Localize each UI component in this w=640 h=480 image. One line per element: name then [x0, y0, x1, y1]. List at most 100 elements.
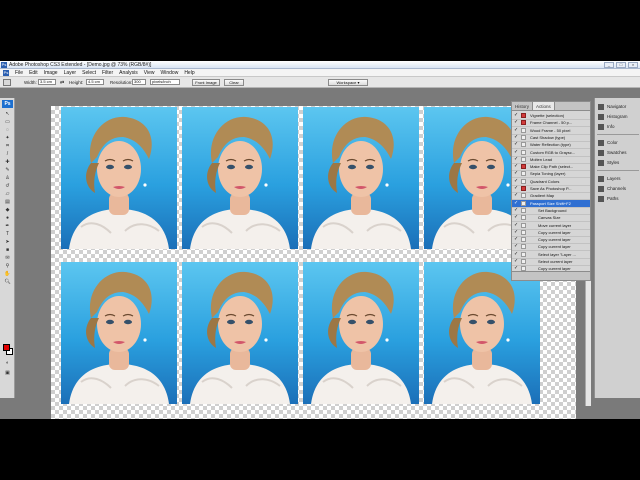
- menu-edit[interactable]: Edit: [29, 70, 38, 76]
- dock-item-styles[interactable]: Styles: [598, 158, 640, 167]
- dialog-toggle-icon[interactable]: [521, 222, 526, 228]
- menu-layer[interactable]: Layer: [64, 70, 77, 76]
- brush-tool-icon[interactable]: ✎: [3, 167, 12, 173]
- menu-view[interactable]: View: [144, 70, 155, 76]
- dialog-toggle-icon[interactable]: [521, 215, 526, 221]
- tab-history[interactable]: History: [512, 102, 532, 110]
- lasso-tool-icon[interactable]: ◌: [3, 127, 12, 133]
- foreground-color-swatch[interactable]: [3, 344, 10, 351]
- dialog-toggle-icon[interactable]: [521, 127, 526, 133]
- action-toggle-check-icon[interactable]: ✓: [514, 258, 520, 265]
- dock-item-histogram[interactable]: Histogram: [598, 112, 640, 121]
- eyedropper-tool-icon[interactable]: ⚲: [3, 263, 12, 269]
- dialog-toggle-icon[interactable]: [521, 178, 526, 184]
- notes-tool-icon[interactable]: ✉: [3, 255, 12, 261]
- pen-tool-icon[interactable]: ✒: [3, 223, 12, 229]
- clear-button[interactable]: Clear: [224, 79, 244, 86]
- width-field[interactable]: 3.5 cm: [38, 79, 56, 85]
- menu-app-icon[interactable]: Ps: [3, 69, 9, 76]
- screen-mode-icon[interactable]: ▣: [3, 370, 12, 376]
- height-field[interactable]: 4.5 cm: [86, 79, 104, 85]
- document-canvas[interactable]: [51, 106, 576, 419]
- dock-item-paths[interactable]: Paths: [598, 194, 640, 203]
- tab-actions[interactable]: Actions: [532, 102, 555, 110]
- action-toggle-check-icon[interactable]: ✓: [514, 170, 520, 177]
- dock-item-info[interactable]: Info: [598, 122, 640, 131]
- action-toggle-check-icon[interactable]: ✓: [514, 222, 520, 229]
- minimize-button[interactable]: _: [604, 62, 614, 68]
- dock-item-layers[interactable]: Layers: [598, 174, 640, 183]
- dialog-toggle-icon[interactable]: [521, 120, 526, 126]
- dialog-toggle-icon[interactable]: [521, 142, 526, 148]
- action-toggle-check-icon[interactable]: ✓: [514, 236, 520, 243]
- action-toggle-check-icon[interactable]: ✓: [514, 127, 520, 134]
- path-selection-tool-icon[interactable]: ➤: [3, 239, 12, 245]
- action-toggle-check-icon[interactable]: ✓: [514, 185, 520, 192]
- action-toggle-check-icon[interactable]: ✓: [514, 214, 520, 221]
- hand-tool-icon[interactable]: ✋: [3, 271, 12, 277]
- crop-tool-preset-icon[interactable]: [3, 79, 11, 86]
- action-toggle-check-icon[interactable]: ✓: [514, 200, 520, 207]
- dialog-toggle-icon[interactable]: [521, 237, 526, 243]
- dock-item-swatches[interactable]: Swatches: [598, 148, 640, 157]
- dialog-toggle-icon[interactable]: [521, 229, 526, 235]
- dialog-toggle-icon[interactable]: [521, 244, 526, 250]
- quick-mask-icon[interactable]: ◐: [3, 360, 12, 366]
- dodge-tool-icon[interactable]: ●: [3, 215, 12, 221]
- action-toggle-check-icon[interactable]: ✓: [514, 178, 520, 185]
- menu-analysis[interactable]: Analysis: [119, 70, 138, 76]
- slice-tool-icon[interactable]: /: [3, 151, 12, 157]
- magic-wand-tool-icon[interactable]: ✦: [3, 135, 12, 141]
- dialog-toggle-icon[interactable]: [521, 156, 526, 162]
- swap-dimensions-icon[interactable]: ⇄: [60, 80, 64, 86]
- resolution-field[interactable]: 300: [132, 79, 146, 85]
- dialog-toggle-icon[interactable]: [521, 134, 526, 140]
- dialog-toggle-icon[interactable]: [521, 259, 526, 264]
- action-toggle-check-icon[interactable]: ✓: [514, 156, 520, 163]
- history-brush-tool-icon[interactable]: ↺: [3, 183, 12, 189]
- healing-brush-tool-icon[interactable]: ✚: [3, 159, 12, 165]
- dialog-toggle-icon[interactable]: [521, 193, 526, 199]
- workspace-button[interactable]: Workspace ▾: [328, 79, 368, 86]
- dialog-toggle-icon[interactable]: [521, 200, 526, 206]
- action-toggle-check-icon[interactable]: ✓: [514, 251, 520, 258]
- action-toggle-check-icon[interactable]: ✓: [514, 112, 520, 119]
- crop-tool-icon[interactable]: ⌗: [3, 143, 12, 149]
- zoom-tool-icon[interactable]: 🔍︎: [3, 279, 12, 285]
- dialog-toggle-icon[interactable]: [521, 164, 526, 170]
- action-toggle-check-icon[interactable]: ✓: [514, 134, 520, 141]
- action-toggle-check-icon[interactable]: ✓: [514, 192, 520, 199]
- action-toggle-check-icon[interactable]: ✓: [514, 149, 520, 156]
- dialog-toggle-icon[interactable]: [521, 171, 526, 177]
- dialog-toggle-icon[interactable]: [521, 251, 526, 257]
- gradient-tool-icon[interactable]: ▤: [3, 199, 12, 205]
- menu-image[interactable]: Image: [44, 70, 58, 76]
- type-tool-icon[interactable]: T: [3, 231, 12, 237]
- blur-tool-icon[interactable]: ◆: [3, 207, 12, 213]
- menu-window[interactable]: Window: [161, 70, 179, 76]
- menu-file[interactable]: File: [15, 70, 23, 76]
- front-image-button[interactable]: Front Image: [192, 79, 220, 86]
- clone-stamp-tool-icon[interactable]: ♙: [3, 175, 12, 181]
- move-tool-icon[interactable]: ↖: [3, 111, 12, 117]
- eraser-tool-icon[interactable]: ▱: [3, 191, 12, 197]
- close-button[interactable]: ×: [628, 62, 638, 68]
- action-toggle-check-icon[interactable]: ✓: [514, 229, 520, 236]
- shape-tool-icon[interactable]: ■: [3, 247, 12, 253]
- marquee-tool-icon[interactable]: ▭: [3, 119, 12, 125]
- action-toggle-check-icon[interactable]: ✓: [514, 243, 520, 250]
- dialog-toggle-icon[interactable]: [521, 186, 526, 191]
- dock-item-navigator[interactable]: Navigator: [598, 102, 640, 111]
- action-toggle-check-icon[interactable]: ✓: [514, 207, 520, 214]
- action-toggle-check-icon[interactable]: ✓: [514, 163, 520, 170]
- dialog-toggle-icon[interactable]: [521, 207, 526, 213]
- action-toggle-check-icon[interactable]: ✓: [514, 141, 520, 148]
- menu-select[interactable]: Select: [82, 70, 96, 76]
- resolution-unit-select[interactable]: pixels/inch: [150, 79, 180, 85]
- action-toggle-check-icon[interactable]: ✓: [514, 119, 520, 126]
- menu-help[interactable]: Help: [184, 70, 194, 76]
- dock-item-color[interactable]: Color: [598, 138, 640, 147]
- dialog-toggle-icon[interactable]: [521, 113, 526, 118]
- maximize-button[interactable]: □: [616, 62, 626, 68]
- dialog-toggle-icon[interactable]: [521, 149, 526, 155]
